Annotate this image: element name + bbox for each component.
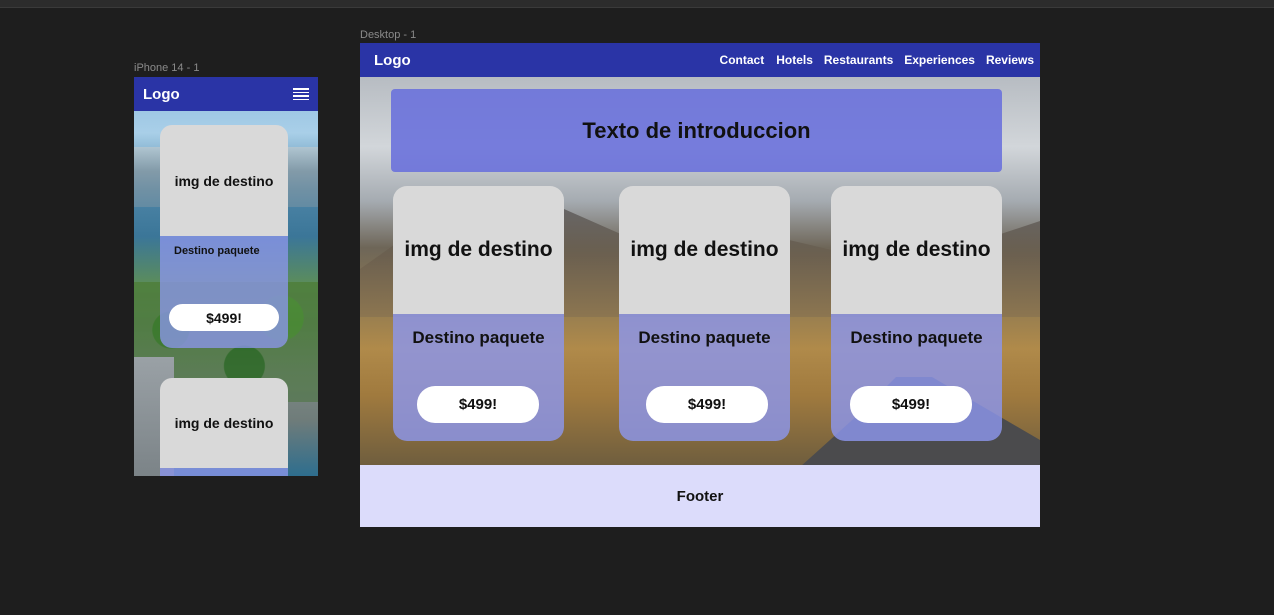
destination-image-placeholder: img de destino [393, 186, 564, 314]
card-title: Destino paquete [850, 328, 983, 347]
price-button[interactable]: $499! [417, 386, 539, 423]
desktop-logo[interactable]: Logo [374, 52, 411, 69]
price-button[interactable]: $499! [646, 386, 768, 423]
desktop-frame-label[interactable]: Desktop - 1 [360, 29, 416, 41]
destination-card[interactable]: img de destino Destino paquete $499! [831, 186, 1002, 441]
destination-image-placeholder: img de destino [619, 186, 790, 314]
destination-card[interactable]: img de destino Destino paquete $499! [619, 186, 790, 441]
desktop-navbar: Logo Contact Hotels Restaurants Experien… [360, 43, 1040, 77]
destination-image-placeholder: img de destino [160, 378, 288, 468]
nav-link-reviews[interactable]: Reviews [986, 53, 1034, 67]
destination-image-placeholder: img de destino [831, 186, 1002, 314]
destination-card[interactable]: img de destino Destino paquete $499! [393, 186, 564, 441]
mobile-frame-label[interactable]: iPhone 14 - 1 [134, 62, 199, 74]
editor-top-bar [0, 0, 1274, 8]
card-body: Destino paquete $499! [393, 314, 564, 441]
nav-link-contact[interactable]: Contact [720, 53, 765, 67]
destination-image-placeholder: img de destino [160, 125, 288, 236]
price-button[interactable]: $499! [850, 386, 972, 423]
mobile-navbar: Logo [134, 77, 318, 111]
mobile-destination-card[interactable]: img de destino [160, 378, 288, 476]
nav-link-restaurants[interactable]: Restaurants [824, 53, 893, 67]
footer: Footer [360, 465, 1040, 527]
card-title: Destino paquete [174, 245, 260, 257]
nav-links: Contact Hotels Restaurants Experiences R… [720, 53, 1034, 67]
card-body: Destino paquete $499! [160, 236, 288, 348]
desktop-frame[interactable]: Logo Contact Hotels Restaurants Experien… [360, 43, 1040, 527]
mobile-logo[interactable]: Logo [143, 86, 180, 103]
card-body [160, 468, 288, 476]
card-body: Destino paquete $499! [831, 314, 1002, 441]
mobile-destination-card[interactable]: img de destino Destino paquete $499! [160, 125, 288, 348]
nav-link-hotels[interactable]: Hotels [776, 53, 813, 67]
card-title: Destino paquete [412, 328, 545, 347]
price-button[interactable]: $499! [169, 304, 279, 331]
hero-section: Texto de introduccion img de destino Des… [360, 77, 1040, 465]
mobile-frame[interactable]: Logo img de destino Destino paquete $499… [134, 77, 318, 476]
card-title: Destino paquete [638, 328, 771, 347]
hamburger-menu-icon[interactable] [293, 88, 309, 100]
intro-banner: Texto de introduccion [391, 89, 1002, 172]
nav-link-experiences[interactable]: Experiences [904, 53, 975, 67]
card-body: Destino paquete $499! [619, 314, 790, 441]
